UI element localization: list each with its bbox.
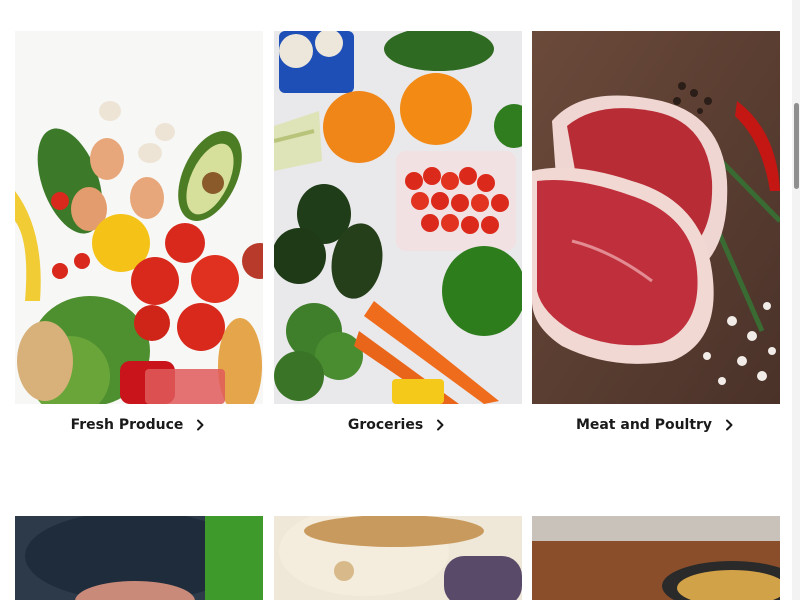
groceries-label: Groceries	[347, 417, 424, 433]
meat-and-poultry-link[interactable]: Meat and Poultry	[576, 417, 736, 433]
chevron-right-icon	[437, 419, 444, 431]
meat-and-poultry-image[interactable]	[532, 31, 780, 404]
category-page: Fresh Produce Groceries Meat and Poultry	[0, 0, 800, 600]
meat-and-poultry-photo	[532, 31, 780, 404]
row2-card2-photo	[273, 516, 522, 600]
chevron-right-icon	[726, 419, 733, 431]
fresh-produce-image[interactable]	[15, 31, 263, 404]
category-card-row2-3[interactable]	[532, 516, 780, 600]
category-card-groceries[interactable]: Groceries	[273, 31, 522, 516]
fresh-produce-label: Fresh Produce	[70, 417, 184, 433]
fresh-produce-photo	[15, 31, 263, 404]
category-grid: Fresh Produce Groceries Meat and Poultry	[15, 31, 780, 600]
category-card-meat-and-poultry[interactable]: Meat and Poultry	[532, 31, 780, 516]
row2-card2-image[interactable]	[273, 516, 522, 600]
scrollbar-thumb[interactable]	[794, 103, 799, 189]
groceries-caption: Groceries	[274, 404, 522, 516]
groceries-image[interactable]	[273, 31, 522, 404]
category-card-row2-2[interactable]	[273, 516, 522, 600]
category-card-fresh-produce[interactable]: Fresh Produce	[15, 31, 263, 516]
groceries-photo	[273, 31, 522, 404]
fresh-produce-link[interactable]: Fresh Produce	[71, 417, 208, 433]
chevron-right-icon	[197, 419, 204, 431]
groceries-link[interactable]: Groceries	[348, 417, 447, 433]
meat-and-poultry-caption: Meat and Poultry	[532, 404, 780, 516]
row2-card1-photo	[15, 516, 263, 600]
page-scrollbar[interactable]	[792, 0, 800, 600]
fresh-produce-caption: Fresh Produce	[15, 404, 263, 516]
row2-card3-image[interactable]	[532, 516, 780, 600]
row2-card1-image[interactable]	[15, 516, 263, 600]
meat-and-poultry-label: Meat and Poultry	[575, 417, 713, 433]
row2-card3-photo	[532, 516, 780, 600]
category-card-row2-1[interactable]	[15, 516, 263, 600]
